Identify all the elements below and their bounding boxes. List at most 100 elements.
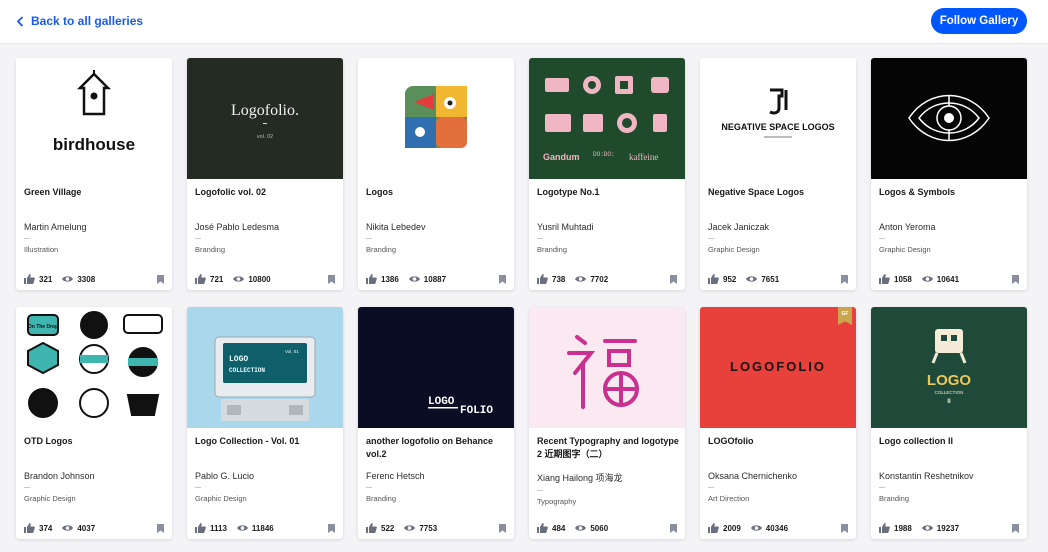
view-count: 5060 [590, 524, 608, 533]
project-card[interactable]: birdhouse Green Village Martin Amelung I… [16, 58, 172, 290]
project-owner[interactable]: Pablo G. Lucio [195, 471, 337, 481]
project-stats: 952 7651 [708, 274, 848, 284]
project-owner[interactable]: Ferenc Hetsch [366, 471, 508, 481]
project-title[interactable]: Logo Collection - Vol. 01 [195, 435, 337, 461]
back-label: Back to all galleries [31, 14, 143, 28]
project-card[interactable]: LOGOFOLIO GF LOGOfolio Oksana Chernichen… [700, 307, 856, 539]
project-owner[interactable]: Jacek Janiczak [708, 222, 850, 232]
bookmark-icon[interactable] [328, 275, 335, 284]
bookmark-icon[interactable] [841, 275, 848, 284]
project-stats: 374 4037 [24, 523, 164, 533]
project-title[interactable]: Logos & Symbols [879, 186, 1021, 212]
gallery-grid: birdhouse Green Village Martin Amelung I… [16, 58, 1027, 539]
project-title[interactable]: LOGOfolio [708, 435, 850, 461]
project-thumbnail[interactable] [871, 58, 1027, 179]
bookmark-icon[interactable] [841, 524, 848, 533]
thumbs-up-icon [366, 274, 377, 284]
project-title[interactable]: another logofolio on Behance vol.2 [366, 435, 508, 461]
bookmark-icon[interactable] [499, 275, 506, 284]
thumb-text: vol. 02 [257, 134, 273, 140]
project-title[interactable]: Logotype No.1 [537, 186, 679, 212]
bookmark-icon[interactable] [328, 524, 335, 533]
eye-icon [922, 523, 933, 533]
eye-icon [409, 274, 420, 284]
project-card[interactable]: Logofolio. vol. 02 Logofolic vol. 02 Jos… [187, 58, 343, 290]
project-card[interactable]: Gandum DO:DO: kaffeine Logotype No.1 Yus… [529, 58, 685, 290]
bookmark-icon[interactable] [1012, 524, 1019, 533]
project-title[interactable]: OTD Logos [24, 435, 166, 461]
project-field[interactable]: Graphic Design [24, 494, 166, 503]
project-card[interactable]: Logos & Symbols Anton Yeroma Graphic Des… [871, 58, 1027, 290]
view-count: 10800 [248, 275, 270, 284]
project-thumbnail[interactable]: On The Drop [16, 307, 172, 428]
project-title[interactable]: Negative Space Logos [708, 186, 850, 212]
project-card[interactable]: LOGO FOLIO another logofolio on Behance … [358, 307, 514, 539]
project-thumbnail[interactable]: Logofolio. vol. 02 [187, 58, 343, 179]
bookmark-icon[interactable] [670, 275, 677, 284]
thumb-text: Vol. 01 [285, 349, 299, 354]
project-card[interactable]: NEGATIVE SPACE LOGOS Negative Space Logo… [700, 58, 856, 290]
project-title[interactable]: Green Village [24, 186, 166, 212]
project-stats: 522 7753 [366, 523, 506, 533]
bookmark-icon[interactable] [499, 524, 506, 533]
project-owner[interactable]: José Pablo Ledesma [195, 222, 337, 232]
project-title[interactable]: Logofolic vol. 02 [195, 186, 337, 212]
project-card[interactable]: LOGO COLLECTION Vol. 01 Logo Collection … [187, 307, 343, 539]
project-owner[interactable]: Konstantin Reshetnikov [879, 471, 1021, 481]
project-owner[interactable]: Yusril Muhtadi [537, 222, 679, 232]
divider [537, 238, 543, 239]
thumbs-up-icon [537, 523, 548, 533]
project-field[interactable]: Graphic Design [195, 494, 337, 503]
bookmark-icon[interactable] [1012, 275, 1019, 284]
project-thumbnail[interactable]: Gandum DO:DO: kaffeine [529, 58, 685, 179]
thumb-text: FOLIO [460, 405, 493, 417]
project-thumbnail[interactable]: LOGO COLLECTION II [871, 307, 1027, 428]
project-stats: 1058 10641 [879, 274, 1019, 284]
project-title[interactable]: Recent Typography and logotype 2 近期图字（二） [537, 435, 679, 461]
project-field[interactable]: Branding [366, 245, 508, 254]
bookmark-icon[interactable] [157, 275, 164, 284]
project-field[interactable]: Graphic Design [879, 245, 1021, 254]
project-title[interactable]: Logo collection II [879, 435, 1021, 461]
back-to-galleries-link[interactable]: Back to all galleries [16, 14, 143, 28]
project-thumbnail[interactable]: LOGO COLLECTION Vol. 01 [187, 307, 343, 428]
eye-icon [237, 523, 248, 533]
project-field[interactable]: Typography [537, 497, 679, 506]
project-card[interactable]: On The Drop OTD Logos Brandon Johnson Gr… [16, 307, 172, 539]
bookmark-icon[interactable] [157, 524, 164, 533]
project-thumbnail[interactable]: NEGATIVE SPACE LOGOS [700, 58, 856, 179]
view-count: 11846 [252, 524, 274, 533]
project-thumbnail[interactable]: LOGOFOLIO GF [700, 307, 856, 428]
divider [24, 487, 30, 488]
project-owner[interactable]: Nikita Lebedev [366, 222, 508, 232]
bookmark-icon[interactable] [670, 524, 677, 533]
project-card[interactable]: LOGO COLLECTION II Logo collection II Ko… [871, 307, 1027, 539]
project-field[interactable]: Illustration [24, 245, 166, 254]
thumb-text: birdhouse [53, 135, 135, 154]
project-owner[interactable]: Martin Amelung [24, 222, 166, 232]
project-thumbnail[interactable] [529, 307, 685, 428]
thumb-text: LOGO [428, 396, 455, 408]
project-card[interactable]: Logos Nikita Lebedev Branding 1386 10887 [358, 58, 514, 290]
appreciation-count: 522 [381, 524, 394, 533]
project-field[interactable]: Graphic Design [708, 245, 850, 254]
appreciation-count: 1988 [894, 524, 912, 533]
project-card[interactable]: Recent Typography and logotype 2 近期图字（二）… [529, 307, 685, 539]
project-thumbnail[interactable]: LOGO FOLIO [358, 307, 514, 428]
project-title[interactable]: Logos [366, 186, 508, 212]
project-field[interactable]: Branding [537, 245, 679, 254]
follow-gallery-button[interactable]: Follow Gallery [931, 8, 1027, 34]
project-owner[interactable]: Brandon Johnson [24, 471, 166, 481]
project-thumbnail[interactable]: birdhouse [16, 58, 172, 179]
project-field[interactable]: Branding [366, 494, 508, 503]
project-field[interactable]: Branding [195, 245, 337, 254]
project-field[interactable]: Art Direction [708, 494, 850, 503]
project-owner[interactable]: Anton Yeroma [879, 222, 1021, 232]
project-field[interactable]: Branding [879, 494, 1021, 503]
project-owner[interactable]: Xiang Hailong 项海龙 [537, 471, 679, 484]
project-owner[interactable]: Oksana Chernichenko [708, 471, 850, 481]
divider [537, 490, 543, 491]
view-count: 19237 [937, 524, 959, 533]
project-thumbnail[interactable] [358, 58, 514, 179]
divider [366, 238, 372, 239]
